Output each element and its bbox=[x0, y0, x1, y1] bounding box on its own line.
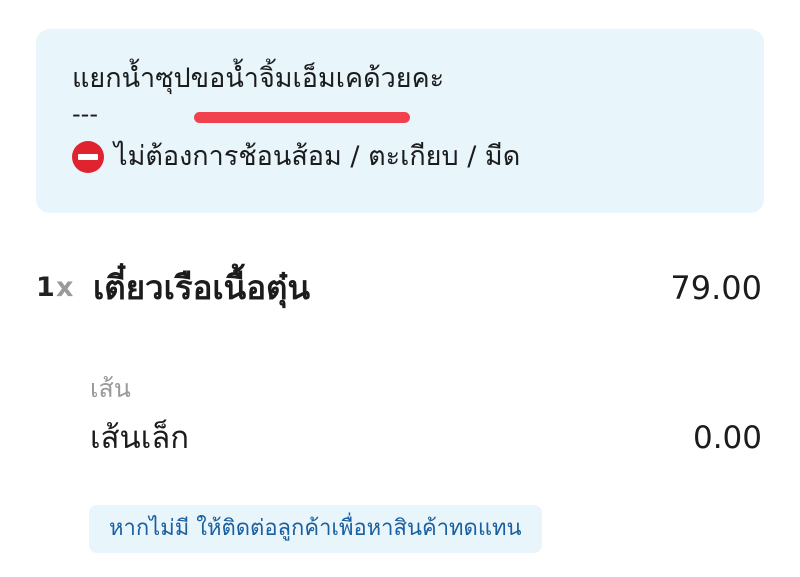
note-separator: --- bbox=[72, 100, 98, 128]
option-group-label: เส้น bbox=[90, 374, 131, 403]
option-name: เส้นเล็ก bbox=[90, 420, 190, 456]
item-quantity: 1 bbox=[36, 272, 55, 303]
redaction-mark bbox=[194, 112, 410, 123]
option-row: เส้นเล็ก 0.00 bbox=[90, 418, 764, 458]
substitute-instruction-tag: หากไม่มี ให้ติดต่อลูกค้าเพื่อหาสินค้าทดแ… bbox=[89, 505, 542, 553]
option-price: 0.00 bbox=[692, 420, 762, 456]
cutlery-preference-text: ไม่ต้องการช้อนส้อม / ตะเกียบ / มีด bbox=[114, 141, 521, 172]
order-item-row: 1 x เตี๋ยวเรือเนื้อตุ๋น 79.00 bbox=[36, 266, 764, 310]
no-entry-icon bbox=[72, 141, 104, 173]
cutlery-preference: ไม่ต้องการช้อนส้อม / ตะเกียบ / มีด bbox=[72, 140, 520, 174]
item-quantity-multiplier: x bbox=[56, 272, 74, 303]
item-price: 79.00 bbox=[670, 269, 762, 307]
customer-note-text: แยกน้ำซุปขอน้ำจิ้มเอ็มเคด้วยคะ bbox=[72, 63, 445, 94]
item-name: เตี๋ยวเรือเนื้อตุ๋น bbox=[93, 268, 311, 307]
